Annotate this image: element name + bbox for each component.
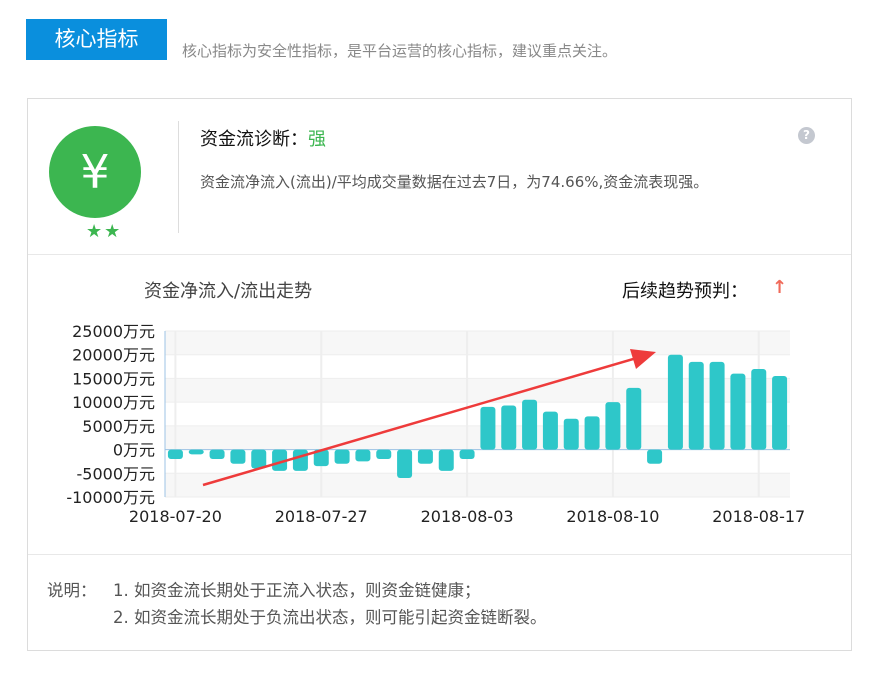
chart-bar <box>626 387 642 450</box>
section-tag: 核心指标 <box>26 19 167 60</box>
y-tick-label: -10000万元 <box>66 488 155 507</box>
diagnosis-title: 资金流诊断：强 <box>200 125 326 151</box>
chart-bar <box>209 449 225 460</box>
chart-bar <box>709 361 725 450</box>
y-tick-label: 10000万元 <box>72 393 155 412</box>
chart-bar <box>251 449 267 469</box>
y-tick-label: 5000万元 <box>82 417 155 436</box>
notes-line-2: 2. 如资金流长期处于负流出状态，则可能引起资金链断裂。 <box>113 608 547 627</box>
chart-bar <box>688 361 704 450</box>
diagnosis-title-label: 资金流诊断： <box>200 129 308 150</box>
x-tick-label: 2018-08-03 <box>421 507 514 526</box>
x-tick-label: 2018-07-20 <box>129 507 222 526</box>
chart-bar <box>772 376 788 450</box>
chart-bar <box>584 416 600 450</box>
divider-top <box>28 254 851 255</box>
prediction-label: 后续趋势预判： <box>622 281 748 302</box>
y-tick-label: 25000万元 <box>72 322 155 341</box>
core-indicator-card: ¥ ★★ 资金流诊断：强 ? 资金流净流入(流出)/平均成交量数据在过去7日，为… <box>27 98 852 651</box>
chart-bar <box>292 449 308 471</box>
x-tick-label: 2018-08-10 <box>566 507 659 526</box>
cash-flow-chart: 25000万元 20000万元 15000万元 10000万元 5000万元 0万元 -50… <box>66 322 805 526</box>
chart-bar <box>230 449 246 464</box>
y-tick-label: 0万元 <box>113 441 155 460</box>
diagnosis-strength: 强 <box>308 129 326 150</box>
chart-bar <box>459 449 475 460</box>
vertical-divider <box>178 121 179 233</box>
section-description: 核心指标为安全性指标，是平台运营的核心指标，建议重点关注。 <box>182 42 618 60</box>
chart-bar <box>167 449 183 460</box>
y-tick-label: 20000万元 <box>72 346 155 365</box>
chart-bar <box>730 373 746 450</box>
x-tick-label: 2018-07-27 <box>275 507 368 526</box>
chart-bar <box>605 402 621 450</box>
notes-label: 说明： <box>47 581 97 600</box>
chart-bar <box>563 418 579 450</box>
chart-bar <box>438 449 454 471</box>
chart-bar <box>417 449 433 464</box>
rating-stars-icon: ★★ <box>86 221 123 242</box>
chart-bar <box>334 449 350 464</box>
up-arrow-icon: ↑ <box>772 277 788 298</box>
diagnosis-text: 资金流净流入(流出)/平均成交量数据在过去7日，为74.66%,资金流表现强。 <box>200 173 709 191</box>
chart-bar <box>376 449 392 460</box>
help-icon[interactable]: ? <box>798 127 815 144</box>
divider-bottom <box>28 554 851 555</box>
notes-line-1: 1. 如资金流长期处于正流入状态，则资金链健康； <box>113 581 481 600</box>
chart-title: 资金净流入/流出走势 <box>144 281 313 302</box>
chart-bar <box>542 411 558 450</box>
chart-bar <box>397 449 413 479</box>
chart-bar <box>501 405 517 450</box>
chart-bar <box>667 354 683 450</box>
chart-bar <box>355 449 371 462</box>
chart-bar <box>647 449 663 464</box>
yuan-coin-icon: ¥ <box>49 126 141 218</box>
chart-bar <box>751 368 767 450</box>
y-tick-label: 15000万元 <box>72 369 155 388</box>
chart-bar <box>480 406 496 450</box>
trend-arrow-head <box>630 349 656 369</box>
grid-band <box>165 473 790 497</box>
grid-band <box>165 331 790 355</box>
y-tick-label: -5000万元 <box>77 464 156 483</box>
chart-bar <box>188 449 204 455</box>
chart-bar <box>522 399 538 450</box>
x-tick-label: 2018-08-17 <box>712 507 805 526</box>
